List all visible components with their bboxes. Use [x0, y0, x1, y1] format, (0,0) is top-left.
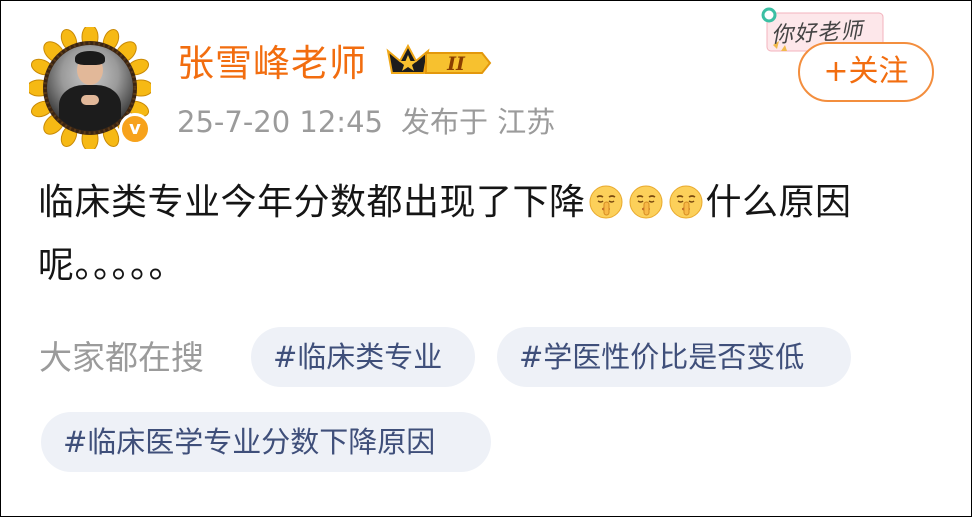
hashtag-chip[interactable]: #临床医学专业分数下降原因	[41, 412, 491, 472]
username[interactable]: 张雪峰老师	[177, 39, 367, 89]
avatar[interactable]: v	[29, 27, 151, 149]
shush-face-icon	[629, 185, 663, 219]
crown-level-badge-icon: II	[386, 43, 492, 75]
post-card: v 张雪峰老师 II 25-7-20 12:45 发布于 江苏 你好老师 +关注 …	[0, 0, 972, 517]
shush-face-icon	[589, 185, 623, 219]
shush-face-icon	[669, 185, 703, 219]
follow-button[interactable]: +关注	[798, 42, 934, 102]
level-badge-text: II	[446, 53, 466, 75]
post-text-part1: 临床类专业今年分数都出现了下降	[38, 182, 586, 223]
hashtag-chip[interactable]: #学医性价比是否变低	[497, 327, 851, 387]
post-timestamp: 25-7-20 12:45	[177, 105, 383, 139]
hashtag-chip[interactable]: #临床类专业	[251, 327, 475, 387]
trending-search-label: 大家都在搜	[39, 338, 204, 377]
verified-badge-icon: v	[119, 113, 151, 145]
post-meta: 25-7-20 12:45 发布于 江苏	[177, 101, 573, 143]
avatar-photo	[47, 45, 133, 131]
post-content: 临床类专业今年分数都出现了下降 什么原因呢。。。。。	[38, 171, 938, 297]
post-location: 发布于 江苏	[400, 105, 556, 139]
